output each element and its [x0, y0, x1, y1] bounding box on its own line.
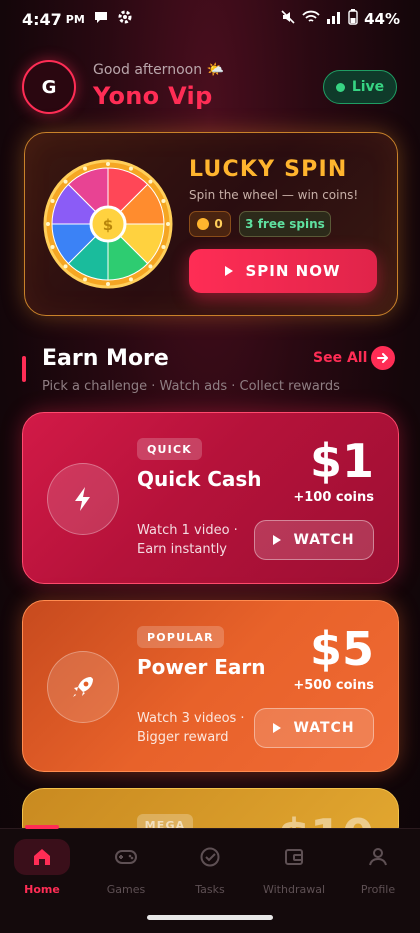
- section-subtitle: Pick a challenge · Watch ads · Collect r…: [42, 379, 340, 394]
- spin-wheel[interactable]: $: [43, 159, 173, 289]
- status-bar: 4:47 PM 44%: [0, 0, 420, 38]
- watch-label: WATCH: [293, 532, 355, 548]
- wheel-light: [166, 222, 170, 226]
- spin-now-button[interactable]: SPIN NOW: [189, 249, 377, 293]
- wheel-light: [161, 244, 166, 249]
- wheel-light: [148, 179, 153, 184]
- wifi-icon: [302, 10, 320, 28]
- wheel-light: [106, 282, 110, 286]
- nav-label: Home: [24, 883, 60, 896]
- arrow-right-icon[interactable]: [371, 346, 395, 370]
- watch-button[interactable]: WATCH: [254, 708, 374, 748]
- nav-label: Games: [106, 883, 146, 896]
- nav-item-home[interactable]: Home: [4, 839, 80, 899]
- app-title: Yono Vip: [93, 82, 213, 110]
- offer-description: Watch 1 video · Earn instantly: [137, 523, 238, 557]
- wheel-light: [50, 244, 55, 249]
- offer-amount: $5: [309, 622, 374, 676]
- wheel-light: [106, 162, 110, 166]
- avatar[interactable]: G: [22, 60, 76, 114]
- section-title: Earn More: [42, 346, 169, 371]
- free-spins-badge: 3 free spins: [239, 211, 331, 237]
- offer-description: Watch 3 videos · Bigger reward: [137, 711, 245, 745]
- offer-title: Power Earn: [137, 655, 266, 679]
- watch-button[interactable]: WATCH: [254, 520, 374, 560]
- offer-card-quick-cash[interactable]: QUICK Quick Cash Watch 1 video · Earn in…: [22, 412, 399, 584]
- system-home-indicator[interactable]: [147, 915, 273, 920]
- wheel-light: [83, 166, 88, 171]
- nav-item-profile[interactable]: Profile: [340, 839, 416, 899]
- lucky-spin-title: LUCKY SPIN: [189, 157, 348, 182]
- offer-coins: +100 coins: [293, 490, 374, 505]
- wheel-light: [161, 199, 166, 204]
- live-label: Live: [351, 79, 385, 95]
- wheel-center-label: $: [103, 216, 113, 234]
- wheel-light: [128, 277, 133, 282]
- watch-label: WATCH: [293, 720, 355, 736]
- nav-label: Profile: [360, 883, 396, 896]
- battery-icon: [348, 9, 358, 29]
- gamepad-icon: [98, 839, 154, 875]
- section-accent-bar: [22, 356, 26, 382]
- rocket-icon: [47, 651, 119, 723]
- wheel-light: [148, 264, 153, 269]
- chat-icon: [93, 9, 109, 29]
- mute-icon: [280, 9, 296, 29]
- wheel-light: [83, 277, 88, 282]
- battery-percent: 44%: [364, 10, 400, 28]
- wheel-light: [46, 222, 50, 226]
- greeting-text: Good afternoon 🌤️: [93, 62, 224, 78]
- offer-amount: $1: [309, 434, 374, 488]
- spin-now-label: SPIN NOW: [245, 262, 341, 280]
- status-time: 4:47: [22, 9, 62, 29]
- see-all-link[interactable]: See All: [313, 350, 367, 366]
- wallet-icon: [266, 839, 322, 875]
- wheel-light: [128, 166, 133, 171]
- offer-card-power-earn[interactable]: POPULAR Power Earn Watch 3 videos · Bigg…: [22, 600, 399, 772]
- wheel-light: [63, 179, 68, 184]
- nav-active-indicator: [25, 825, 59, 829]
- check-circle-icon: [182, 839, 238, 875]
- play-icon: [273, 535, 282, 545]
- lucky-spin-subtitle: Spin the wheel — win coins!: [189, 188, 359, 202]
- status-ampm: PM: [65, 12, 85, 26]
- nav-label: Withdrawal: [262, 883, 325, 896]
- offer-badge: POPULAR: [137, 626, 224, 648]
- live-badge[interactable]: Live: [323, 70, 397, 104]
- offer-coins: +500 coins: [293, 678, 374, 693]
- wheel-light: [50, 199, 55, 204]
- nav-item-withdrawal[interactable]: Withdrawal: [256, 839, 332, 899]
- offer-badge: QUICK: [137, 438, 202, 460]
- nav-item-games[interactable]: Games: [88, 839, 164, 899]
- signal-icon: [326, 10, 342, 28]
- coin-balance: 0: [189, 211, 231, 237]
- live-dot-icon: [335, 82, 345, 92]
- coin-count: 0: [214, 217, 223, 231]
- play-icon: [225, 266, 234, 276]
- nav-label: Tasks: [195, 883, 225, 896]
- play-icon: [273, 723, 282, 733]
- home-icon: [14, 839, 70, 875]
- wheel-light: [63, 264, 68, 269]
- coin-icon: [197, 218, 210, 230]
- app-header: G Good afternoon 🌤️ Yono Vip Live: [22, 58, 400, 118]
- nav-item-tasks[interactable]: Tasks: [172, 839, 248, 899]
- person-icon: [350, 839, 406, 875]
- settings-gear-icon: [117, 9, 133, 29]
- offer-title: Quick Cash: [137, 467, 262, 491]
- lucky-spin-card: $ LUCKY SPIN Spin the wheel — win coins!…: [24, 132, 398, 316]
- lightning-icon: [47, 463, 119, 535]
